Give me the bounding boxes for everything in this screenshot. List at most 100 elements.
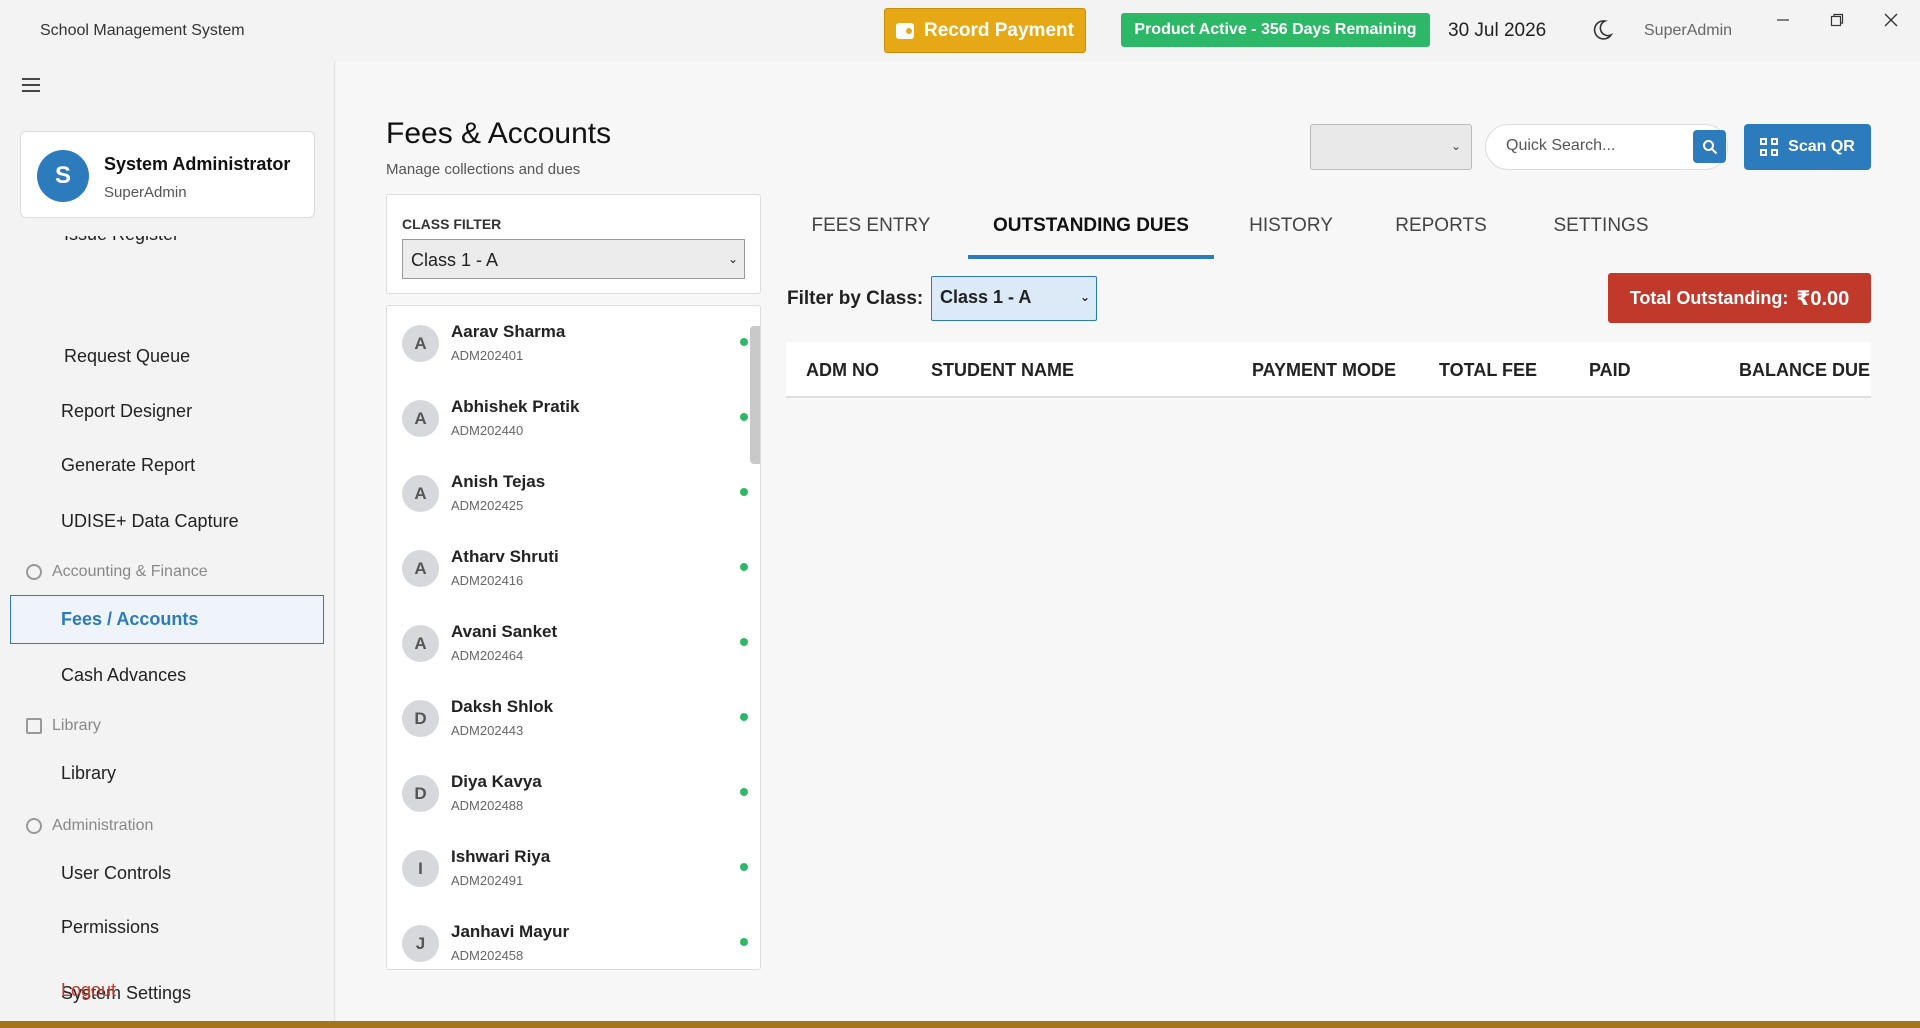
scan-qr-button[interactable]: Scan QR bbox=[1744, 124, 1871, 170]
restore-icon bbox=[1830, 13, 1844, 27]
student-adm-no: ADM202458 bbox=[451, 948, 524, 963]
sidebar-item-request-queue[interactable]: Request Queue bbox=[64, 346, 190, 367]
restore-button[interactable] bbox=[1814, 6, 1860, 34]
sidebar-item-permissions[interactable]: Permissions bbox=[61, 917, 159, 938]
tab-history[interactable]: HISTORY bbox=[1226, 209, 1356, 259]
search-button[interactable] bbox=[1693, 130, 1726, 163]
list-item[interactable]: D Daksh Shlok ADM202443 bbox=[387, 681, 748, 756]
dues-class-select[interactable]: Class 1 - A ⌄ bbox=[931, 276, 1097, 321]
sidebar-item-report-designer[interactable]: Report Designer bbox=[61, 401, 192, 422]
quick-search-input[interactable] bbox=[1506, 137, 1686, 155]
column-header[interactable]: ADM NO bbox=[806, 360, 879, 381]
status-dot bbox=[740, 563, 748, 571]
status-dot bbox=[740, 788, 748, 796]
column-header[interactable]: PAID bbox=[1589, 360, 1631, 381]
close-button[interactable] bbox=[1868, 6, 1914, 34]
avatar: S bbox=[37, 150, 89, 202]
student-avatar: A bbox=[402, 475, 439, 512]
status-dot bbox=[740, 638, 748, 646]
student-name: Janhavi Mayur bbox=[451, 922, 570, 941]
class-filter-label: CLASS FILTER bbox=[402, 216, 502, 232]
sidebar-item-logout[interactable]: Logout bbox=[61, 980, 116, 1001]
class-filter-select[interactable]: Class 1 - A ⌄ bbox=[402, 239, 745, 279]
column-header[interactable]: TOTAL FEE bbox=[1439, 360, 1537, 381]
total-outstanding-label: Total Outstanding: bbox=[1629, 287, 1789, 308]
quick-search-box[interactable] bbox=[1485, 124, 1728, 170]
list-item[interactable]: A Aarav Sharma ADM202401 bbox=[387, 306, 748, 381]
sidebar-item-generate-report[interactable]: Generate Report bbox=[61, 455, 195, 476]
tab-reports[interactable]: REPORTS bbox=[1376, 209, 1506, 259]
column-header[interactable]: PAYMENT MODE bbox=[1252, 360, 1402, 381]
wallet-icon bbox=[896, 22, 915, 39]
sidebar-nav: Issue Register Request Queue Report Desi… bbox=[0, 236, 334, 1021]
student-name: Diya Kavya bbox=[451, 772, 542, 791]
sidebar-item-cash-advances[interactable]: Cash Advances bbox=[61, 665, 186, 686]
app-title: School Management System bbox=[40, 22, 245, 39]
column-header[interactable]: BALANCE DUE bbox=[1739, 360, 1870, 381]
sidebar-item-fees-accounts[interactable]: Fees / Accounts bbox=[10, 595, 324, 644]
student-list-scrollbar[interactable] bbox=[749, 306, 760, 969]
list-item[interactable]: A Abhishek Pratik ADM202440 bbox=[387, 381, 748, 456]
student-name: Daksh Shlok bbox=[451, 697, 554, 716]
student-avatar: A bbox=[402, 400, 439, 437]
student-name: Atharv Shruti bbox=[451, 547, 559, 566]
status-dot bbox=[740, 488, 748, 496]
student-adm-no: ADM202416 bbox=[451, 573, 524, 588]
books-icon bbox=[26, 718, 42, 734]
page-subtitle: Manage collections and dues bbox=[386, 161, 581, 178]
dues-table-header: ADM NO STUDENT NAME PAYMENT MODE TOTAL F… bbox=[786, 342, 1871, 398]
minimize-icon bbox=[1777, 19, 1789, 21]
student-avatar: A bbox=[402, 625, 439, 662]
qr-code-icon bbox=[1760, 138, 1779, 156]
student-avatar: D bbox=[402, 700, 439, 737]
student-avatar: A bbox=[402, 550, 439, 587]
close-icon bbox=[1884, 13, 1898, 27]
status-dot bbox=[740, 938, 748, 946]
student-adm-no: ADM202464 bbox=[451, 648, 524, 663]
scrollbar-thumb[interactable] bbox=[750, 326, 760, 464]
list-item[interactable]: A Atharv Shruti ADM202416 bbox=[387, 531, 748, 606]
moon-icon[interactable] bbox=[1590, 18, 1614, 42]
money-bag-icon bbox=[26, 564, 42, 580]
list-item[interactable]: I Ishwari Riya ADM202491 bbox=[387, 831, 748, 906]
scan-qr-label: Scan QR bbox=[1788, 138, 1855, 155]
list-item[interactable]: A Anish Tejas ADM202425 bbox=[387, 456, 748, 531]
sidebar-item-issue-register[interactable]: Issue Register bbox=[64, 236, 179, 245]
section-administration: Administration bbox=[26, 817, 153, 835]
minimize-button[interactable] bbox=[1760, 6, 1806, 34]
student-list: A Aarav Sharma ADM202401 A Abhishek Prat… bbox=[386, 305, 761, 970]
student-adm-no: ADM202488 bbox=[451, 798, 524, 813]
record-payment-button[interactable]: Record Payment bbox=[884, 8, 1086, 53]
student-adm-no: ADM202491 bbox=[451, 873, 524, 888]
sidebar-item-udise[interactable]: UDISE+ Data Capture bbox=[61, 511, 239, 532]
sidebar: S System Administrator SuperAdmin Issue … bbox=[0, 61, 335, 1021]
list-item[interactable]: J Janhavi Mayur ADM202458 bbox=[387, 906, 748, 969]
current-date: 30 Jul 2026 bbox=[1448, 20, 1547, 41]
section-library: Library bbox=[26, 717, 101, 735]
search-icon bbox=[1702, 139, 1717, 154]
gear-icon bbox=[26, 818, 42, 834]
student-adm-no: ADM202401 bbox=[451, 348, 524, 363]
total-outstanding-badge: Total Outstanding: ₹0.00 bbox=[1608, 273, 1871, 323]
record-payment-label: Record Payment bbox=[924, 19, 1074, 41]
sidebar-item-library[interactable]: Library bbox=[61, 763, 116, 784]
license-status-badge: Product Active - 356 Days Remaining bbox=[1121, 13, 1430, 47]
student-avatar: J bbox=[402, 925, 439, 962]
main-content: Fees & Accounts Manage collections and d… bbox=[336, 61, 1920, 1021]
hamburger-menu-icon[interactable] bbox=[22, 78, 40, 92]
session-select[interactable]: ⌄ bbox=[1310, 124, 1472, 170]
sidebar-item-user-controls[interactable]: User Controls bbox=[61, 863, 171, 884]
list-item[interactable]: D Diya Kavya ADM202488 bbox=[387, 756, 748, 831]
profile-role: SuperAdmin bbox=[104, 184, 187, 201]
tab-fees-entry[interactable]: FEES ENTRY bbox=[786, 209, 956, 259]
filter-by-class-label: Filter by Class: bbox=[787, 288, 924, 309]
list-item[interactable]: A Avani Sanket ADM202464 bbox=[387, 606, 748, 681]
tab-settings[interactable]: SETTINGS bbox=[1526, 209, 1676, 259]
column-header[interactable]: STUDENT NAME bbox=[931, 360, 1074, 381]
chevron-down-icon: ⌄ bbox=[727, 252, 738, 266]
title-bar: School Management System Record Payment … bbox=[0, 0, 1920, 61]
student-name: Abhishek Pratik bbox=[451, 397, 580, 416]
student-adm-no: ADM202443 bbox=[451, 723, 524, 738]
student-avatar: A bbox=[402, 325, 439, 362]
tab-outstanding-dues[interactable]: OUTSTANDING DUES bbox=[968, 209, 1214, 259]
